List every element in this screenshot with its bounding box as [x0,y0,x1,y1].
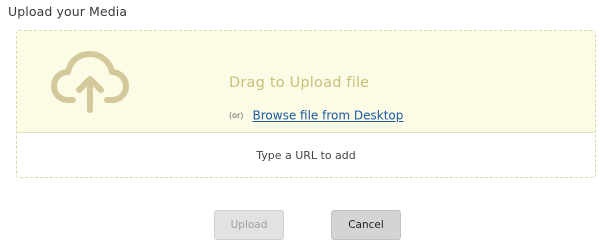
url-input[interactable] [17,132,595,178]
browse-row: (or) Browse file from Desktop [229,105,403,124]
upload-container: Drag to Upload file (or) Browse file fro… [16,30,596,178]
cloud-upload-icon [51,51,129,113]
or-label: (or) [229,111,244,120]
url-field-container [17,132,595,178]
drop-zone[interactable]: Drag to Upload file (or) Browse file fro… [17,31,595,133]
cancel-button[interactable]: Cancel [331,210,401,240]
page-title: Upload your Media [8,4,128,19]
drag-to-upload-text: Drag to Upload file [229,75,370,91]
upload-button[interactable]: Upload [214,210,284,240]
browse-file-link[interactable]: Browse file from Desktop [253,109,404,123]
